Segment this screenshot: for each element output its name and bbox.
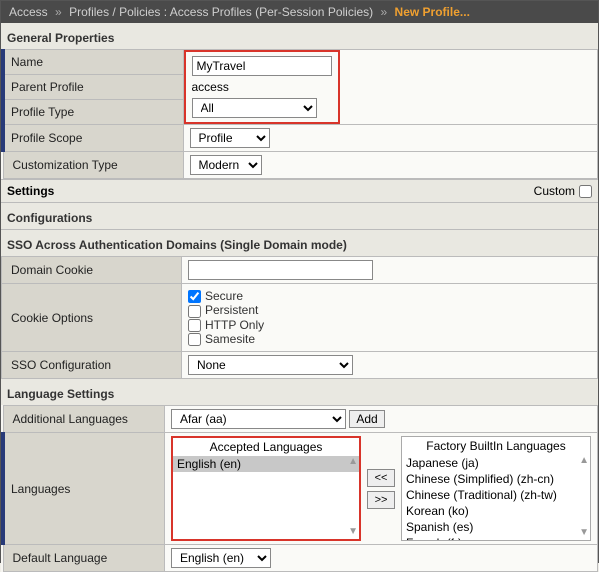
list-item[interactable]: Chinese (Traditional) (zh-tw) — [402, 487, 590, 503]
list-item[interactable]: Korean (ko) — [402, 503, 590, 519]
factory-languages-title: Factory BuiltIn Languages — [402, 437, 590, 455]
add-language-button[interactable]: Add — [349, 410, 384, 428]
name-label: Name — [3, 50, 183, 75]
domain-cookie-input[interactable] — [188, 260, 373, 280]
profile-scope-label: Profile Scope — [3, 125, 183, 152]
scroll-down-icon[interactable]: ▼ — [579, 527, 589, 538]
accepted-languages-list[interactable]: Accepted Languages English (en) ▲ ▼ — [171, 436, 361, 541]
section-general-title: General Properties — [1, 23, 598, 49]
additional-languages-select[interactable]: Afar (aa) — [171, 409, 346, 429]
section-config-title: Configurations — [1, 203, 598, 230]
scroll-up-icon[interactable]: ▲ — [579, 455, 589, 466]
list-item[interactable]: French (fr) — [402, 535, 590, 540]
move-right-button[interactable]: >> — [367, 491, 395, 509]
breadcrumb-level1[interactable]: Access — [9, 5, 48, 19]
list-item[interactable]: Japanese (ja) — [402, 455, 590, 471]
persistent-checkbox[interactable] — [188, 305, 201, 318]
name-input[interactable] — [192, 56, 332, 76]
secure-label: Secure — [205, 289, 243, 303]
profile-scope-select[interactable]: Profile — [190, 128, 270, 148]
section-language-title: Language Settings — [1, 379, 598, 405]
httponly-label: HTTP Only — [205, 318, 264, 332]
persistent-label: Persistent — [205, 303, 258, 317]
default-language-select[interactable]: English (en) — [171, 548, 271, 568]
scroll-down-icon[interactable]: ▼ — [348, 526, 358, 537]
breadcrumb: Access » Profiles / Policies : Access Pr… — [1, 1, 598, 23]
domain-cookie-label: Domain Cookie — [2, 257, 182, 284]
breadcrumb-sep: » — [381, 5, 388, 19]
cookie-options-label: Cookie Options — [2, 284, 182, 352]
secure-checkbox[interactable] — [188, 290, 201, 303]
general-properties-table: Name access All Parent Profile Profi — [1, 49, 598, 179]
list-item[interactable]: Spanish (es) — [402, 519, 590, 535]
additional-languages-label: Additional Languages — [3, 406, 165, 433]
customization-type-label: Customization Type — [3, 152, 183, 179]
section-sso-title: SSO Across Authentication Domains (Singl… — [1, 230, 598, 256]
sso-table: Domain Cookie Cookie Options Secure Pers… — [1, 256, 598, 379]
highlight-box-general: access All — [184, 50, 340, 124]
parent-profile-label: Parent Profile — [3, 75, 183, 100]
breadcrumb-new: New Profile... — [395, 5, 470, 19]
list-item[interactable]: English (en) — [173, 456, 359, 472]
custom-label: Custom — [534, 184, 575, 198]
sso-config-select[interactable]: None — [188, 355, 353, 375]
cookie-options-group: Secure Persistent HTTP Only Samesite — [188, 287, 591, 348]
scroll-up-icon[interactable]: ▲ — [348, 456, 358, 467]
section-settings-title: Settings — [7, 184, 54, 198]
move-left-button[interactable]: << — [367, 469, 395, 487]
breadcrumb-sep: » — [55, 5, 62, 19]
samesite-checkbox[interactable] — [188, 333, 201, 346]
factory-languages-list[interactable]: Factory BuiltIn Languages Japanese (ja) … — [401, 436, 591, 541]
custom-checkbox[interactable] — [579, 185, 592, 198]
sso-config-label: SSO Configuration — [2, 352, 182, 379]
breadcrumb-level2[interactable]: Profiles / Policies : Access Profiles (P… — [69, 5, 373, 19]
language-table: Additional Languages Afar (aa) Add Langu… — [1, 405, 598, 572]
httponly-checkbox[interactable] — [188, 319, 201, 332]
samesite-label: Samesite — [205, 332, 255, 346]
customization-type-select[interactable]: Modern — [190, 155, 262, 175]
accepted-languages-title: Accepted Languages — [173, 438, 359, 456]
list-item[interactable]: Chinese (Simplified) (zh-cn) — [402, 471, 590, 487]
languages-label: Languages — [3, 433, 165, 545]
profile-type-select[interactable]: All — [192, 98, 317, 118]
profile-type-label: Profile Type — [3, 100, 183, 125]
default-language-label: Default Language — [3, 545, 165, 572]
parent-profile-value: access — [192, 78, 332, 96]
